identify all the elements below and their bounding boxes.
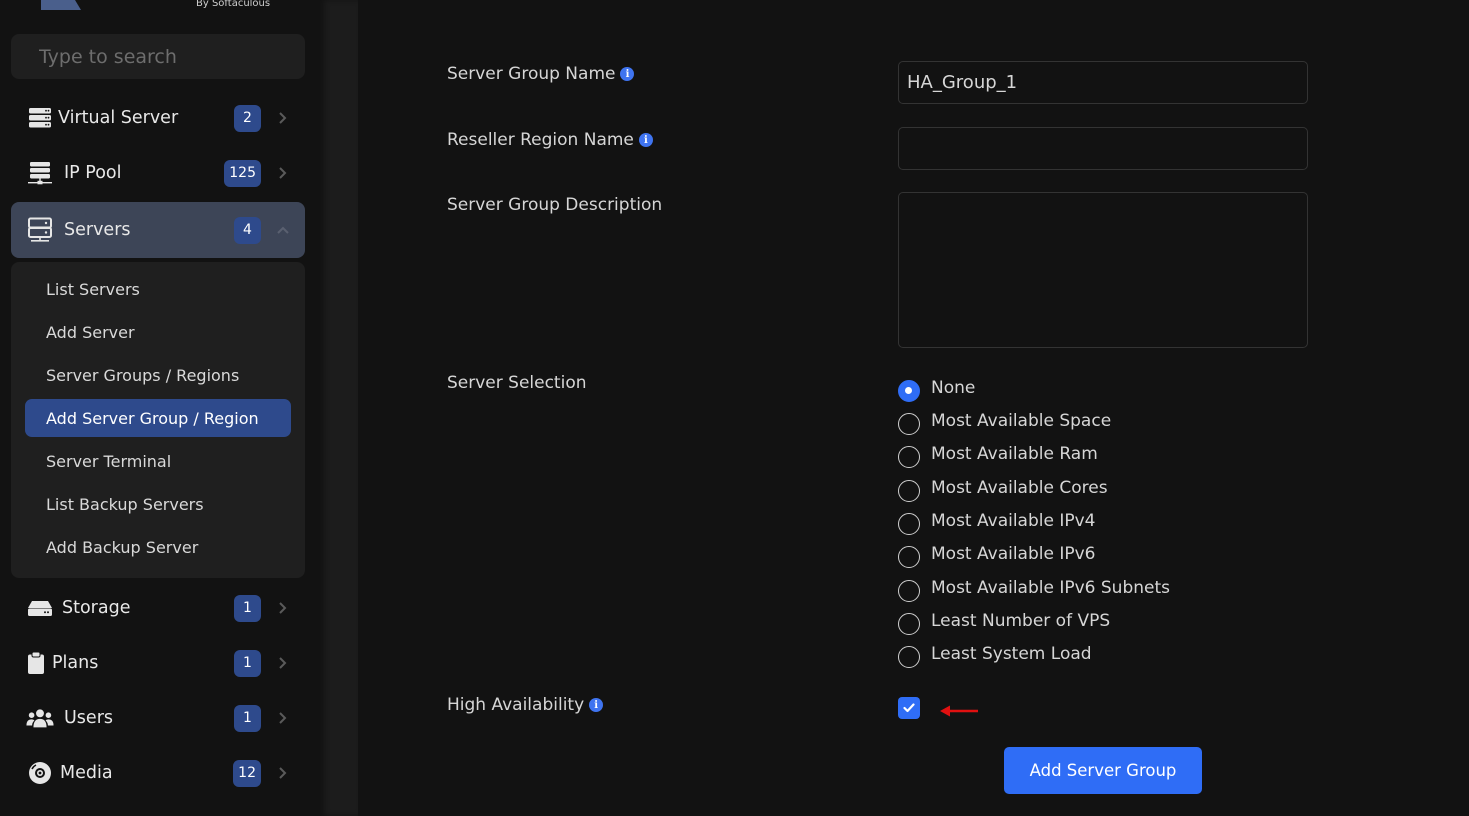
sidebar-item-servers[interactable]: Servers 4 <box>11 202 305 258</box>
count-badge: 2 <box>234 104 261 132</box>
radio-option-most-available-space[interactable]: Most Available Space <box>898 406 1111 435</box>
radio-option-most-available-ipv6[interactable]: Most Available IPv6 <box>898 539 1096 568</box>
chevron-right-icon <box>275 765 291 781</box>
sidebar-item-label: IP Pool <box>64 163 122 183</box>
radio-button[interactable] <box>898 580 920 602</box>
submenu-item-list-servers[interactable]: List Servers <box>25 270 291 308</box>
sidebar-item-storage[interactable]: Storage 1 <box>11 580 305 636</box>
sidebar: By Softaculous Virtual Server 2 IP Pool … <box>0 0 320 816</box>
sidebar-item-plans[interactable]: Plans 1 <box>11 635 305 691</box>
server-group-description-textarea[interactable] <box>898 192 1308 348</box>
reseller-region-name-label: Reseller Region Name i <box>447 130 653 150</box>
high-availability-label: High Availability i <box>447 695 604 715</box>
network-server-icon <box>26 161 54 185</box>
logo-subtitle: By Softaculous <box>196 0 271 9</box>
server-icon <box>26 217 54 242</box>
server-group-name-input[interactable] <box>898 61 1308 104</box>
radio-button[interactable] <box>898 546 920 568</box>
chevron-right-icon <box>275 710 291 726</box>
chevron-up-icon <box>275 222 291 238</box>
info-icon[interactable]: i <box>620 67 635 81</box>
radio-button[interactable] <box>898 646 920 668</box>
radio-button[interactable] <box>898 380 920 402</box>
sidebar-item-label: Users <box>64 708 114 728</box>
add-server-group-button[interactable]: Add Server Group <box>1004 747 1202 794</box>
sidebar-item-users[interactable]: Users 1 <box>11 690 305 746</box>
submenu-item-list-backup-servers[interactable]: List Backup Servers <box>25 485 291 523</box>
count-badge: 12 <box>233 759 261 787</box>
server-selection-label: Server Selection <box>447 373 587 393</box>
radio-option-most-available-ipv6-subnets[interactable]: Most Available IPv6 Subnets <box>898 573 1170 602</box>
sidebar-item-virtual-server[interactable]: Virtual Server 2 <box>11 90 305 146</box>
disc-icon <box>26 761 54 785</box>
clipboard-icon <box>26 651 46 675</box>
search-input[interactable] <box>11 34 305 79</box>
count-badge: 1 <box>234 594 261 622</box>
sidebar-divider <box>320 0 358 816</box>
submenu-item-server-terminal[interactable]: Server Terminal <box>25 442 291 480</box>
radio-button[interactable] <box>898 446 920 468</box>
info-icon[interactable]: i <box>638 133 653 147</box>
info-icon[interactable]: i <box>589 698 604 712</box>
radio-option-least-number-of-vps[interactable]: Least Number of VPS <box>898 606 1110 635</box>
high-availability-checkbox[interactable] <box>898 697 920 719</box>
count-badge: 1 <box>234 649 261 677</box>
sidebar-item-media[interactable]: Media 12 <box>11 745 305 801</box>
sidebar-item-label: Storage <box>62 598 131 618</box>
submenu-item-add-backup-server[interactable]: Add Backup Server <box>25 528 291 566</box>
sidebar-item-label: Virtual Server <box>58 108 179 128</box>
sidebar-item-label: Plans <box>52 653 99 673</box>
sidebar-item-label: Servers <box>64 220 131 240</box>
count-badge: 125 <box>224 159 261 187</box>
radio-option-most-available-cores[interactable]: Most Available Cores <box>898 473 1108 502</box>
chevron-right-icon <box>275 165 291 181</box>
annotation-arrow-icon <box>940 705 978 717</box>
radio-option-most-available-ipv4[interactable]: Most Available IPv4 <box>898 506 1096 535</box>
check-icon <box>903 703 915 713</box>
sidebar-item-label: Media <box>60 763 113 783</box>
server-group-name-label: Server Group Name i <box>447 64 635 84</box>
server-group-description-label: Server Group Description <box>447 195 663 215</box>
radio-option-none[interactable]: None <box>898 373 975 402</box>
count-badge: 4 <box>234 216 261 244</box>
radio-button[interactable] <box>898 480 920 502</box>
users-icon <box>26 706 54 730</box>
logo <box>41 0 81 10</box>
add-server-group-form: Server Group Name i Reseller Region Name… <box>358 0 1469 816</box>
radio-option-most-available-ram[interactable]: Most Available Ram <box>898 439 1098 468</box>
chevron-right-icon <box>275 600 291 616</box>
count-badge: 1 <box>234 704 261 732</box>
servers-submenu: List Servers Add Server Server Groups / … <box>11 262 305 578</box>
submenu-item-server-groups[interactable]: Server Groups / Regions <box>25 356 291 394</box>
server-stack-icon <box>26 106 54 130</box>
chevron-right-icon <box>275 110 291 126</box>
submenu-item-add-server[interactable]: Add Server <box>25 313 291 351</box>
radio-option-least-system-load[interactable]: Least System Load <box>898 639 1092 668</box>
sidebar-item-ip-pool[interactable]: IP Pool 125 <box>11 145 305 201</box>
radio-button[interactable] <box>898 413 920 435</box>
reseller-region-name-input[interactable] <box>898 127 1308 170</box>
hdd-icon <box>26 596 54 620</box>
radio-button[interactable] <box>898 613 920 635</box>
submenu-item-add-server-group[interactable]: Add Server Group / Region <box>25 399 291 437</box>
radio-button[interactable] <box>898 513 920 535</box>
chevron-right-icon <box>275 655 291 671</box>
